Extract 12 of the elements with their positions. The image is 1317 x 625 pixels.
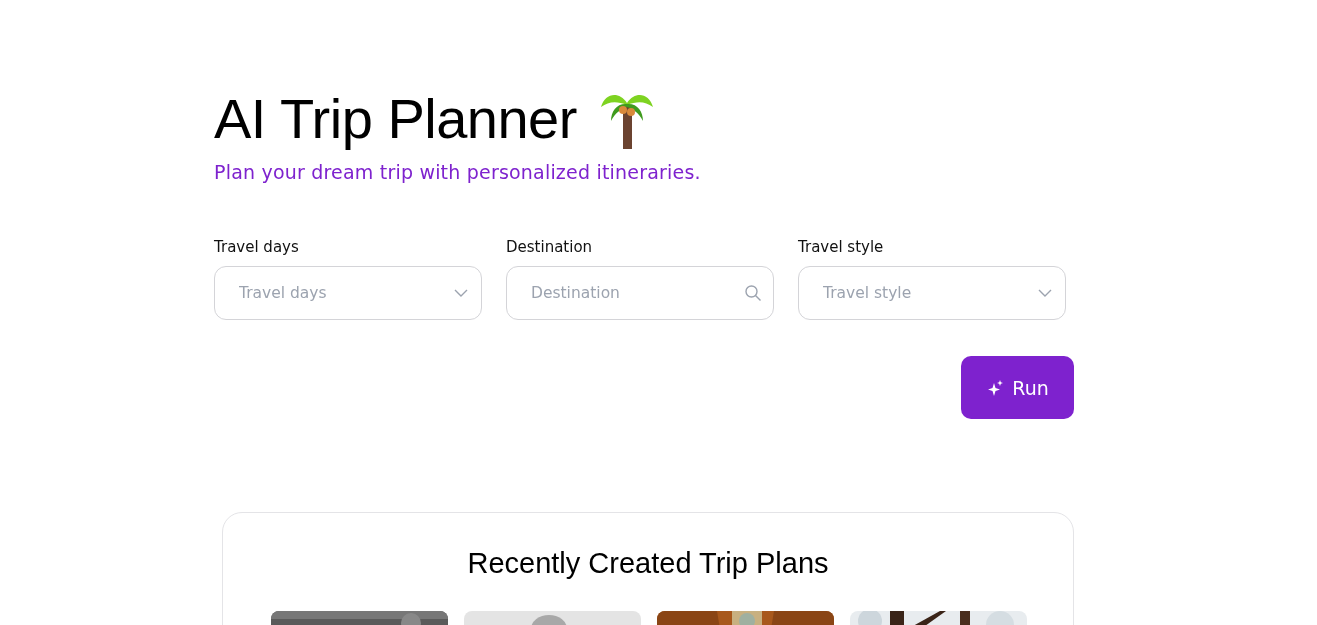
field-label: Destination xyxy=(506,237,594,258)
select-field[interactable]: Travel style xyxy=(798,266,1066,320)
sparkle-icon xyxy=(986,378,1005,397)
select-field[interactable]: Travel days xyxy=(214,266,482,320)
subtitle: Plan your dream trip with personalized itineraries. xyxy=(214,160,702,185)
field-label: Travel style xyxy=(798,237,885,258)
field-label: Travel days xyxy=(214,237,300,258)
search-field[interactable]: Destination xyxy=(506,266,774,320)
section-title: Recently Created Trip Plans xyxy=(466,546,830,581)
run-button[interactable]: Run xyxy=(961,356,1074,419)
page-title: AI Trip Planner xyxy=(214,86,577,152)
search-icon xyxy=(744,284,762,302)
